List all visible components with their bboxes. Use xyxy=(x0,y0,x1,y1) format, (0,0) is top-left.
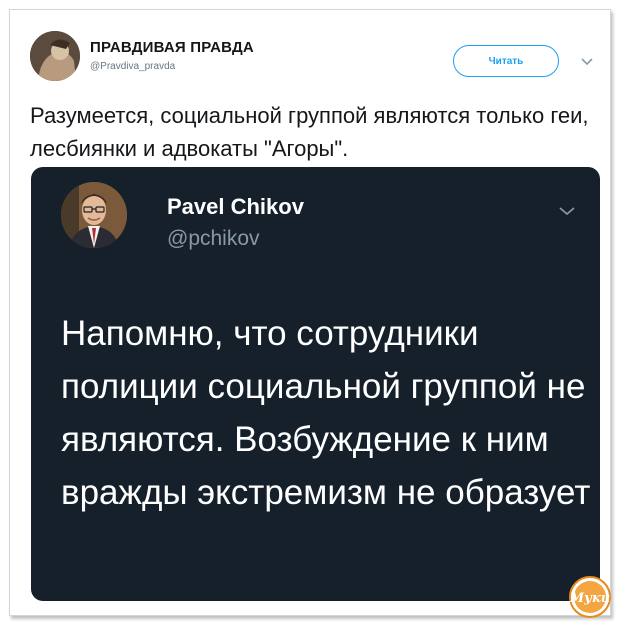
watermark-logo: Муки xyxy=(568,575,612,619)
svg-text:Муки: Муки xyxy=(569,591,610,606)
tweet-text: Разумеется, социальной группой являются … xyxy=(30,103,589,161)
tweet-card: ПРАВДИВАЯ ПРАВДА @Pravdiva_pravda Читать… xyxy=(9,9,612,619)
embedded-tweet-image: Pavel Chikov @pchikov Напомню, что сотру… xyxy=(31,167,600,601)
chevron-down-icon[interactable] xyxy=(578,52,596,70)
embed-author-name: Pavel Chikov xyxy=(167,194,304,219)
author-handle[interactable]: @Pravdiva_pravda xyxy=(90,61,175,72)
embed-author-handle: @pchikov xyxy=(167,227,260,250)
author-name[interactable]: ПРАВДИВАЯ ПРАВДА xyxy=(90,39,254,56)
avatar[interactable] xyxy=(30,31,80,81)
embed-avatar xyxy=(61,182,127,248)
embed-tweet-text: Напомню, что сотрудники полиции социальн… xyxy=(61,314,591,512)
follow-button[interactable]: Читать xyxy=(453,45,559,77)
chevron-down-icon xyxy=(555,201,579,221)
